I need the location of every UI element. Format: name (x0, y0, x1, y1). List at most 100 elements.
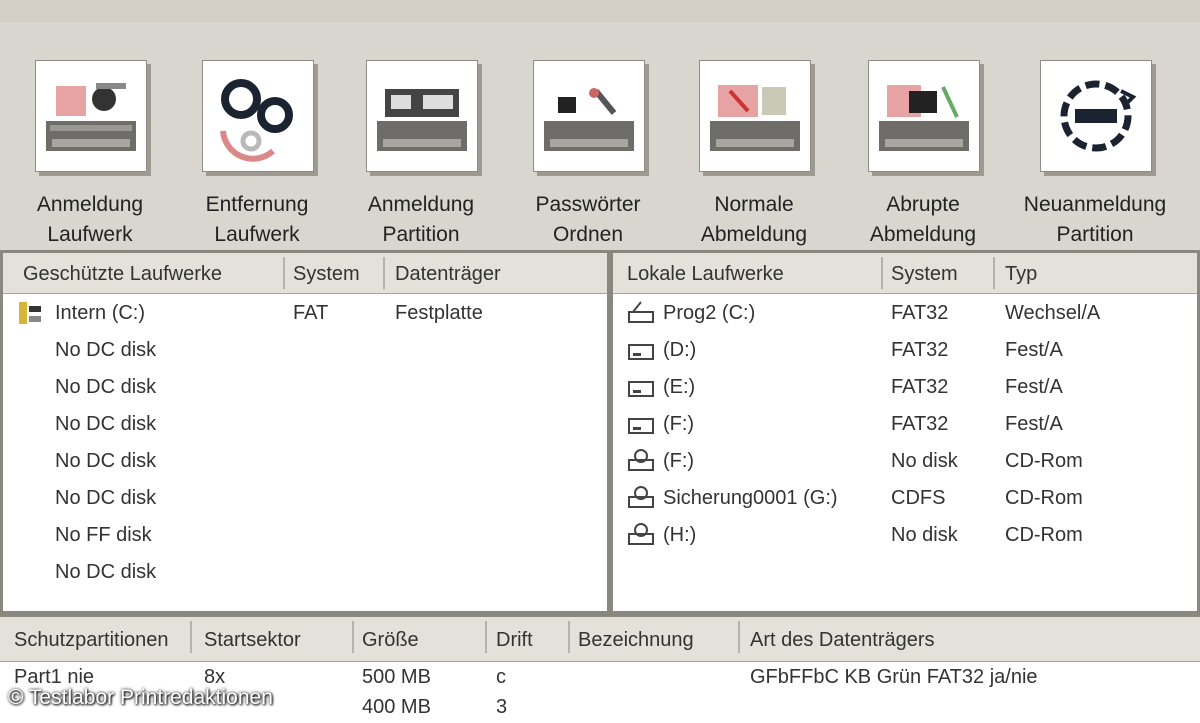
title-bar-remnant (0, 0, 1200, 23)
drive-medium: Festplatte (395, 302, 483, 324)
drive-type: CD-Rom (1005, 450, 1083, 472)
drive-type: Fest/A (1005, 339, 1063, 361)
password-icon (533, 60, 645, 172)
drive-system: No disk (891, 450, 958, 472)
toolbar-label-line1: Normale (714, 193, 794, 216)
toolbar-label-line2: Abmeldung (869, 223, 977, 246)
protected-drives-list[interactable]: Geschützte Laufwerke System Datenträger … (0, 250, 610, 614)
drive-name: (F:) (663, 413, 695, 435)
list-item[interactable]: (D:) FAT32 Fest/A (613, 331, 1197, 368)
list-header: Schutzpartitionen Startsektor Größe Drif… (0, 617, 1200, 662)
gears-icon (202, 60, 314, 172)
list-item[interactable]: No DC disk (3, 331, 607, 368)
drive-name: No DC disk (55, 561, 157, 583)
drive-name: No FF disk (55, 524, 152, 546)
list-item[interactable]: (H:) No disk CD-Rom (613, 516, 1197, 553)
drive-name: No DC disk (55, 450, 157, 472)
drive-name: No DC disk (55, 487, 157, 509)
drive-system: FAT32 (891, 339, 949, 361)
drive-name: (F:) (663, 450, 695, 472)
drive-name: Prog2 (C:) (663, 302, 756, 324)
drive-name: (E:) (663, 376, 696, 398)
toolbar-label-line2: Laufwerk (47, 223, 133, 246)
toolbar-label-line2: Abmeldung (700, 223, 808, 246)
size-cell: 500 MB (362, 666, 431, 688)
toolbar-label-line1: Abrupte (886, 193, 960, 216)
toolbar-label-line2: Ordnen (552, 223, 624, 246)
abrupt-logoff-icon (868, 60, 980, 172)
drive-type: CD-Rom (1005, 487, 1083, 509)
list-item[interactable]: Prog2 (C:) FAT32 Wechsel/A (613, 294, 1197, 331)
column-header-label[interactable]: Bezeichnung (578, 629, 694, 652)
column-header-system[interactable]: System (891, 263, 958, 286)
list-item[interactable]: (F:) FAT32 Fest/A (613, 405, 1197, 442)
drive-name: No DC disk (55, 413, 157, 435)
register-drive-button[interactable]: Anmeldung Laufwerk (10, 40, 160, 246)
toolbar-label-line2: Laufwerk (214, 223, 300, 246)
list-item[interactable]: Sicherung0001 (G:) CDFS CD-Rom (613, 479, 1197, 516)
list-item[interactable]: No DC disk (3, 368, 607, 405)
toolbar-label-line1: Anmeldung (36, 193, 144, 216)
toolbar-label-line1: Passwörter (535, 193, 641, 216)
list-item[interactable]: No DC disk (3, 405, 607, 442)
drift-cell: 3 (496, 696, 508, 718)
list-item[interactable]: No DC disk (3, 553, 607, 590)
toolbar-label-line2: Partition (382, 223, 460, 246)
drive-icon (627, 300, 657, 326)
register-partition-button[interactable]: Anmeldung Partition (341, 40, 491, 246)
drive-system: No disk (891, 524, 958, 546)
column-header-medium[interactable]: Datenträger (395, 263, 501, 286)
remove-drive-button[interactable]: Entfernung Laufwerk (177, 40, 327, 246)
size-cell: 400 MB (362, 696, 431, 718)
column-header-drift[interactable]: Drift (496, 629, 533, 652)
drive-system: FAT32 (891, 413, 949, 435)
drive-name: Intern (C:) (55, 302, 146, 324)
list-item[interactable]: Intern (C:) FAT Festplatte (3, 294, 607, 331)
cd-drive-icon (627, 485, 657, 511)
drive-type: Wechsel/A (1005, 302, 1101, 324)
column-header-partitions[interactable]: Schutzpartitionen (14, 629, 169, 652)
protected-drive-icon (17, 300, 47, 326)
cd-drive-icon (627, 448, 657, 474)
drive-system: FAT32 (891, 302, 949, 324)
list-item[interactable]: No DC disk (3, 442, 607, 479)
copyright-watermark: © Testlabor Printredaktionen (8, 686, 273, 709)
toolbar-label-line1: Entfernung (205, 193, 309, 216)
drive-name: (D:) (663, 339, 697, 361)
column-header-name[interactable]: Lokale Laufwerke (627, 263, 784, 286)
toolbar-label-line1: Anmeldung (367, 193, 475, 216)
column-header-system[interactable]: System (293, 263, 360, 286)
normal-logoff-button[interactable]: Normale Abmeldung (674, 40, 824, 246)
column-header-size[interactable]: Größe (362, 629, 419, 652)
medium-type-cell: GFbFFbC KB Grün FAT32 ja/nie (750, 666, 1038, 688)
toolbar-label-line2: Partition (1056, 223, 1134, 246)
list-item[interactable]: (E:) FAT32 Fest/A (613, 368, 1197, 405)
drive-icon (627, 411, 657, 437)
column-header-medium-type[interactable]: Art des Datenträgers (750, 629, 935, 652)
abrupt-logoff-button[interactable]: Abrupte Abmeldung (843, 40, 993, 246)
column-header-start-sector[interactable]: Startsektor (204, 629, 301, 652)
cd-drive-icon (627, 522, 657, 548)
list-item[interactable]: No FF disk (3, 516, 607, 553)
passwords-button[interactable]: Passwörter Ordnen (508, 40, 658, 246)
drive-register-icon (35, 60, 147, 172)
drive-name: No DC disk (55, 339, 157, 361)
local-drives-list[interactable]: Lokale Laufwerke System Typ Prog2 (C:) F… (610, 250, 1200, 614)
drive-name: (H:) (663, 524, 697, 546)
list-header: Lokale Laufwerke System Typ (613, 253, 1197, 294)
drive-name: No DC disk (55, 376, 157, 398)
column-header-type[interactable]: Typ (1005, 263, 1037, 286)
reconnect-partition-button[interactable]: Neuanmeldung Partition (1015, 40, 1166, 246)
list-item[interactable]: No DC disk (3, 479, 607, 516)
drive-system: FAT32 (891, 376, 949, 398)
drive-icon (627, 337, 657, 363)
column-header-name[interactable]: Geschützte Laufwerke (23, 263, 222, 286)
drive-system: CDFS (891, 487, 946, 509)
list-item[interactable]: (F:) No disk CD-Rom (613, 442, 1197, 479)
toolbar-label-line1: Neuanmeldung (1023, 193, 1167, 216)
toolbar: Anmeldung Laufwerk Entfernung Laufwerk Anm… (0, 22, 1200, 250)
reconnect-icon (1040, 60, 1152, 172)
list-header: Geschützte Laufwerke System Datenträger (3, 253, 607, 294)
drive-type: Fest/A (1005, 376, 1063, 398)
drive-type: Fest/A (1005, 413, 1063, 435)
